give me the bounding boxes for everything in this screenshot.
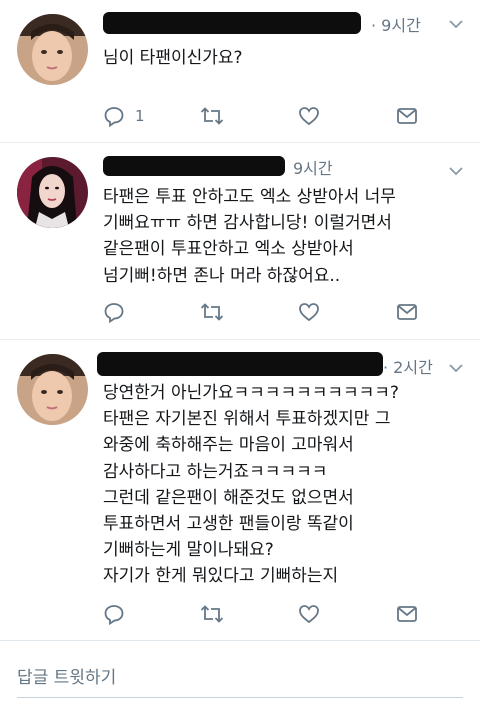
tweet-time: 9시간 (293, 159, 333, 178)
reply-icon (104, 107, 124, 127)
tweet-text: 타팬은 투표 안하고도 엑소 상받아서 너무 기뻐요ㅠㅠ 하면 감사합니당! 이… (103, 187, 396, 286)
like-icon (299, 303, 319, 322)
tweet-actions (103, 300, 433, 324)
like-button[interactable] (298, 300, 320, 324)
like-button[interactable] (298, 602, 320, 626)
retweet-button[interactable] (200, 300, 224, 324)
reply-input-underline (17, 697, 463, 698)
tweet-header: 9시간 (103, 153, 480, 181)
tweet-header: · 9시간 (103, 10, 480, 38)
tweet-2: 9시간 타팬은 투표 안하고도 엑소 상받아서 너무 기뻐요ㅠㅠ 하면 감사합니… (0, 143, 480, 339)
retweet-icon (200, 107, 224, 125)
chevron-down-icon[interactable] (448, 163, 464, 179)
tweet-1: · 9시간 님이 타팬이신가요? 1 (0, 0, 480, 142)
dm-icon (397, 606, 417, 622)
dm-button[interactable] (396, 602, 418, 626)
avatar[interactable] (17, 354, 88, 425)
dm-icon (397, 108, 417, 124)
avatar[interactable] (17, 157, 88, 228)
tweet-header: · 2시간 (97, 350, 480, 378)
dm-icon (397, 304, 417, 320)
retweet-icon (200, 303, 224, 321)
reply-input[interactable]: 답글 트윗하기 (17, 663, 116, 688)
like-icon (299, 107, 319, 126)
reply-count: 1 (135, 107, 145, 125)
tweet-3: · 2시간 당연한거 아닌가요ㅋㅋㅋㅋㅋㅋㅋㅋㅋㅋ? 타팬은 자기본진 위해서 … (0, 340, 480, 640)
like-icon (299, 605, 319, 624)
chevron-down-icon[interactable] (448, 16, 464, 32)
avatar[interactable] (17, 14, 88, 85)
reply-button[interactable] (103, 602, 135, 626)
tweet-text: 당연한거 아닌가요ㅋㅋㅋㅋㅋㅋㅋㅋㅋㅋ? 타팬은 자기본진 위해서 투표하겠지만… (103, 383, 399, 587)
reply-button[interactable] (103, 300, 135, 324)
tweet-time: · 2시간 (383, 358, 433, 377)
dm-button[interactable] (396, 104, 418, 128)
tweet-actions (103, 602, 433, 626)
redacted-username (103, 156, 285, 176)
chevron-down-icon[interactable] (448, 360, 464, 376)
redacted-username (103, 12, 361, 34)
reply-composer: 답글 트윗하기 (0, 640, 480, 705)
tweet-actions: 1 (103, 104, 433, 128)
retweet-button[interactable] (200, 602, 224, 626)
tweet-time: · 9시간 (371, 16, 421, 35)
reply-icon (104, 605, 124, 625)
retweet-button[interactable] (200, 104, 224, 128)
redacted-username (97, 352, 383, 376)
reply-icon (104, 303, 124, 323)
retweet-icon (200, 605, 224, 623)
tweet-text: 님이 타팬이신가요? (103, 48, 243, 68)
like-button[interactable] (298, 104, 320, 128)
dm-button[interactable] (396, 300, 418, 324)
reply-button[interactable]: 1 (103, 104, 145, 128)
